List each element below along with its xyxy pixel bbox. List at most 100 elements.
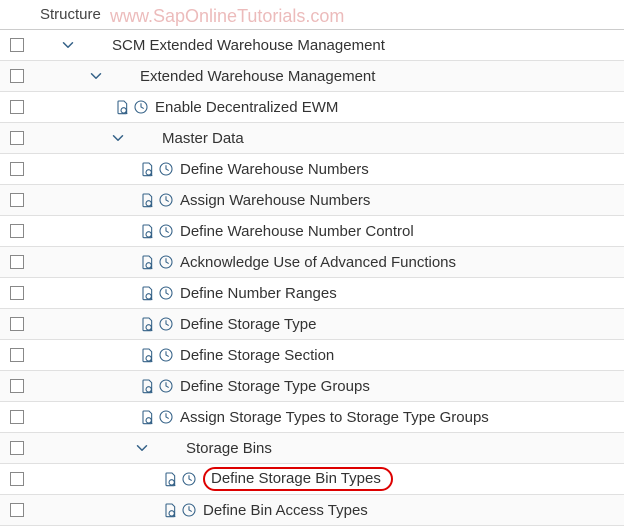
document-icon[interactable] — [139, 316, 155, 332]
node-label[interactable]: Define Storage Section — [180, 347, 334, 364]
document-icon[interactable] — [139, 223, 155, 239]
node-label[interactable]: Storage Bins — [186, 440, 272, 457]
row-checkbox[interactable] — [10, 472, 24, 486]
node-label[interactable]: Define Warehouse Number Control — [180, 223, 414, 240]
activity-icons — [139, 378, 174, 394]
clock-icon[interactable] — [158, 316, 174, 332]
node-scm-ewm[interactable]: SCM Extended Warehouse Management — [0, 30, 624, 61]
row-checkbox[interactable] — [10, 255, 24, 269]
checkbox-cell — [0, 100, 34, 114]
node-assign-storage-types-groups[interactable]: Assign Storage Types to Storage Type Gro… — [0, 402, 624, 433]
document-icon[interactable] — [162, 471, 178, 487]
checkbox-cell — [0, 503, 34, 517]
checkbox-cell — [0, 286, 34, 300]
node-define-bin-access-types[interactable]: Define Bin Access Types — [0, 495, 624, 526]
node-label[interactable]: Define Storage Type — [180, 316, 316, 333]
node-acknowledge-advanced-functions[interactable]: Acknowledge Use of Advanced Functions — [0, 247, 624, 278]
node-define-warehouse-numbers[interactable]: Define Warehouse Numbers — [0, 154, 624, 185]
node-assign-warehouse-numbers[interactable]: Assign Warehouse Numbers — [0, 185, 624, 216]
checkbox-cell — [0, 410, 34, 424]
row-checkbox[interactable] — [10, 193, 24, 207]
node-enable-decentralized-ewm[interactable]: Enable Decentralized EWM — [0, 92, 624, 123]
row-checkbox[interactable] — [10, 224, 24, 238]
node-label[interactable]: Define Storage Bin Types — [203, 467, 393, 491]
node-define-warehouse-number-control[interactable]: Define Warehouse Number Control — [0, 216, 624, 247]
checkbox-cell — [0, 472, 34, 486]
document-icon[interactable] — [139, 409, 155, 425]
row-checkbox[interactable] — [10, 131, 24, 145]
node-define-storage-type-groups[interactable]: Define Storage Type Groups — [0, 371, 624, 402]
row-content: Define Warehouse Number Control — [34, 216, 414, 246]
chevron-down-icon[interactable] — [106, 126, 130, 150]
clock-icon[interactable] — [158, 254, 174, 270]
row-checkbox[interactable] — [10, 69, 24, 83]
row-checkbox[interactable] — [10, 100, 24, 114]
checkbox-cell — [0, 193, 34, 207]
node-define-storage-section[interactable]: Define Storage Section — [0, 340, 624, 371]
row-content: Define Storage Section — [34, 340, 334, 370]
row-checkbox[interactable] — [10, 441, 24, 455]
row-checkbox[interactable] — [10, 410, 24, 424]
document-icon[interactable] — [139, 254, 155, 270]
node-label[interactable]: Define Storage Type Groups — [180, 378, 370, 395]
node-label[interactable]: SCM Extended Warehouse Management — [112, 37, 385, 54]
node-storage-bins[interactable]: Storage Bins — [0, 433, 624, 464]
chevron-down-icon[interactable] — [84, 64, 108, 88]
watermark: www.SapOnlineTutorials.com — [110, 6, 344, 27]
row-checkbox[interactable] — [10, 379, 24, 393]
clock-icon[interactable] — [158, 161, 174, 177]
node-label[interactable]: Assign Storage Types to Storage Type Gro… — [180, 409, 489, 426]
document-icon[interactable] — [139, 161, 155, 177]
document-icon[interactable] — [139, 285, 155, 301]
clock-icon[interactable] — [158, 347, 174, 363]
clock-icon[interactable] — [158, 409, 174, 425]
clock-icon[interactable] — [158, 285, 174, 301]
clock-icon[interactable] — [158, 192, 174, 208]
node-label[interactable]: Acknowledge Use of Advanced Functions — [180, 254, 456, 271]
document-icon[interactable] — [139, 378, 155, 394]
row-content: Define Bin Access Types — [34, 495, 368, 525]
activity-icons — [139, 223, 174, 239]
node-label[interactable]: Enable Decentralized EWM — [155, 99, 338, 116]
clock-icon[interactable] — [133, 99, 149, 115]
row-content: Assign Warehouse Numbers — [34, 185, 370, 215]
document-icon[interactable] — [139, 347, 155, 363]
row-checkbox[interactable] — [10, 348, 24, 362]
row-content: Define Storage Type Groups — [34, 371, 370, 401]
node-label[interactable]: Master Data — [162, 130, 244, 147]
row-checkbox[interactable] — [10, 503, 24, 517]
header-title: Structure — [40, 6, 101, 23]
checkbox-cell — [0, 69, 34, 83]
row-checkbox[interactable] — [10, 317, 24, 331]
document-icon[interactable] — [114, 99, 130, 115]
row-checkbox[interactable] — [10, 38, 24, 52]
row-checkbox[interactable] — [10, 286, 24, 300]
node-label[interactable]: Define Number Ranges — [180, 285, 337, 302]
document-icon[interactable] — [162, 502, 178, 518]
checkbox-cell — [0, 379, 34, 393]
clock-icon[interactable] — [158, 223, 174, 239]
node-label[interactable]: Extended Warehouse Management — [140, 68, 375, 85]
node-define-number-ranges[interactable]: Define Number Ranges — [0, 278, 624, 309]
clock-icon[interactable] — [181, 471, 197, 487]
checkbox-cell — [0, 441, 34, 455]
indent-spacer — [34, 61, 84, 91]
node-define-storage-type[interactable]: Define Storage Type — [0, 309, 624, 340]
chevron-down-icon[interactable] — [130, 436, 154, 460]
chevron-down-icon[interactable] — [56, 33, 80, 57]
row-content: Define Warehouse Numbers — [34, 154, 369, 184]
node-label[interactable]: Assign Warehouse Numbers — [180, 192, 370, 209]
clock-icon[interactable] — [158, 378, 174, 394]
row-checkbox[interactable] — [10, 162, 24, 176]
indent-spacer — [34, 185, 139, 215]
indent-spacer — [34, 123, 106, 153]
indent-spacer — [34, 340, 139, 370]
node-master-data[interactable]: Master Data — [0, 123, 624, 154]
clock-icon[interactable] — [181, 502, 197, 518]
node-ewm[interactable]: Extended Warehouse Management — [0, 61, 624, 92]
node-define-storage-bin-types[interactable]: Define Storage Bin Types — [0, 464, 624, 495]
document-icon[interactable] — [139, 192, 155, 208]
activity-icons — [139, 347, 174, 363]
node-label[interactable]: Define Bin Access Types — [203, 502, 368, 519]
node-label[interactable]: Define Warehouse Numbers — [180, 161, 369, 178]
